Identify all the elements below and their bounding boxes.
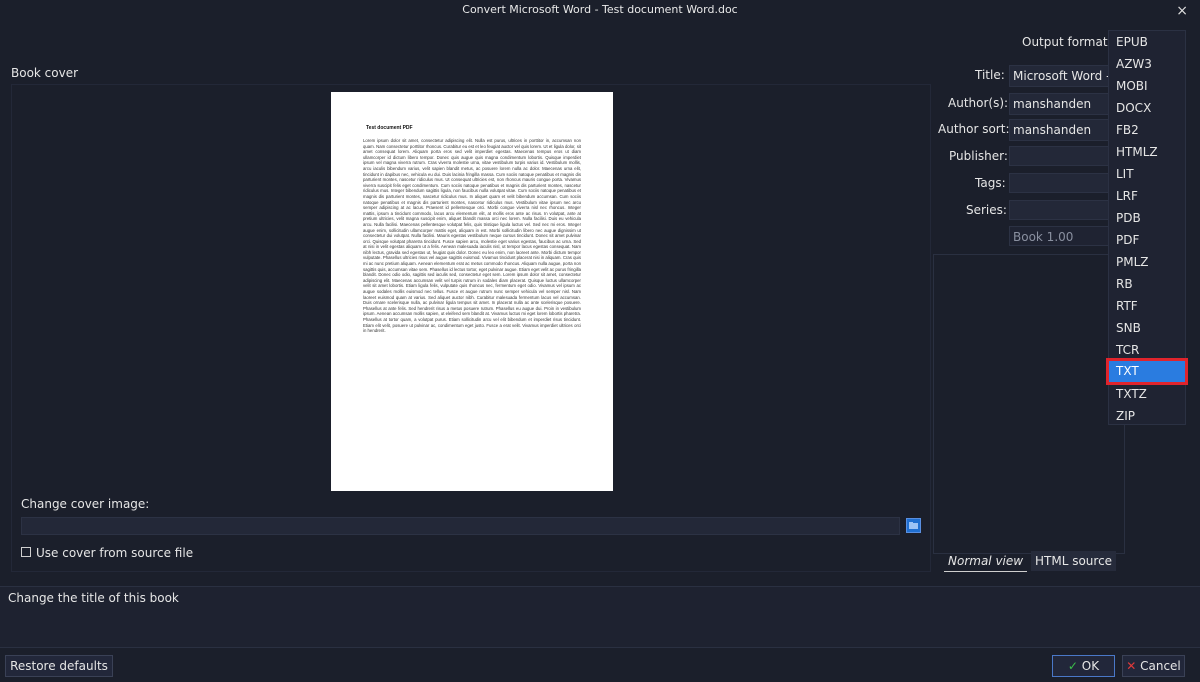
format-option[interactable]: MOBI [1109, 76, 1185, 97]
author-sort-label: Author sort: [938, 122, 1010, 136]
output-format-label: Output format: [1022, 35, 1112, 49]
window-title: Convert Microsoft Word - Test document W… [0, 0, 1200, 22]
format-option[interactable]: PDB [1109, 208, 1185, 229]
folder-icon [909, 522, 918, 529]
comments-panel[interactable] [933, 254, 1125, 554]
browse-cover-button[interactable] [906, 518, 921, 533]
format-option[interactable]: LIT [1109, 164, 1185, 185]
format-option[interactable]: PMLZ [1109, 252, 1185, 273]
cancel-button[interactable]: ✕ Cancel [1122, 655, 1185, 677]
change-cover-label: Change cover image: [21, 497, 149, 511]
use-cover-checkbox[interactable] [21, 547, 31, 557]
format-option[interactable]: TXTZ [1109, 384, 1185, 405]
format-option[interactable]: SNB [1109, 318, 1185, 339]
ok-label: OK [1081, 659, 1100, 673]
cover-preview: Test document PDF Lorem ipsum dolor sit … [331, 92, 613, 491]
format-option[interactable]: PDF [1109, 230, 1185, 251]
format-option[interactable]: DOCX [1109, 98, 1185, 119]
format-option[interactable]: LRF [1109, 186, 1185, 207]
title-label: Title: [975, 68, 1005, 82]
close-icon[interactable]: × [1176, 1, 1188, 21]
preview-title: Test document PDF [366, 125, 413, 131]
restore-defaults-button[interactable]: Restore defaults [5, 655, 113, 677]
tab-html-source[interactable]: HTML source [1031, 551, 1117, 571]
tab-normal-view[interactable]: Normal view [944, 551, 1028, 572]
series-input[interactable] [1009, 200, 1109, 220]
format-option[interactable]: HTMLZ [1109, 142, 1185, 163]
ok-button[interactable]: ✓ OK [1052, 655, 1115, 677]
change-cover-text: Change cover image: [21, 497, 150, 511]
cancel-icon: ✕ [1126, 659, 1137, 673]
tags-input[interactable] [1009, 173, 1109, 193]
format-option-selected[interactable]: TXT [1106, 358, 1188, 385]
series-label: Series: [966, 203, 1007, 217]
title-input[interactable]: Microsoft Word - T [1009, 65, 1109, 87]
output-format-dropdown[interactable]: EPUB AZW3 MOBI DOCX FB2 HTMLZ LIT LRF PD… [1106, 30, 1188, 427]
format-option[interactable]: EPUB [1109, 32, 1185, 53]
authors-label: Author(s): [948, 96, 1009, 110]
author-sort-input[interactable]: manshanden [1009, 119, 1109, 141]
series-index-input[interactable]: Book 1.00 [1009, 226, 1109, 246]
use-cover-label: Use cover from source file [36, 546, 194, 560]
cancel-label: Cancel [1140, 659, 1181, 673]
tags-label: Tags: [975, 176, 1006, 190]
book-cover-heading: Book cover [11, 66, 79, 80]
publisher-input[interactable] [1009, 146, 1109, 166]
check-icon: ✓ [1067, 659, 1078, 673]
cover-path-input[interactable] [21, 517, 900, 535]
authors-input[interactable]: manshanden [1009, 93, 1109, 115]
publisher-label: Publisher: [949, 149, 1008, 163]
preview-body: Lorem ipsum dolor sit amet, consectetur … [363, 138, 581, 334]
format-option[interactable]: ZIP [1109, 406, 1185, 427]
format-option[interactable]: TCR [1109, 340, 1185, 361]
format-option[interactable]: RTF [1109, 296, 1185, 317]
help-box: Change the title of this book [0, 586, 1200, 648]
format-option[interactable]: FB2 [1109, 120, 1185, 141]
help-text: Change the title of this book [8, 591, 179, 605]
format-option[interactable]: RB [1109, 274, 1185, 295]
format-option[interactable]: AZW3 [1109, 54, 1185, 75]
